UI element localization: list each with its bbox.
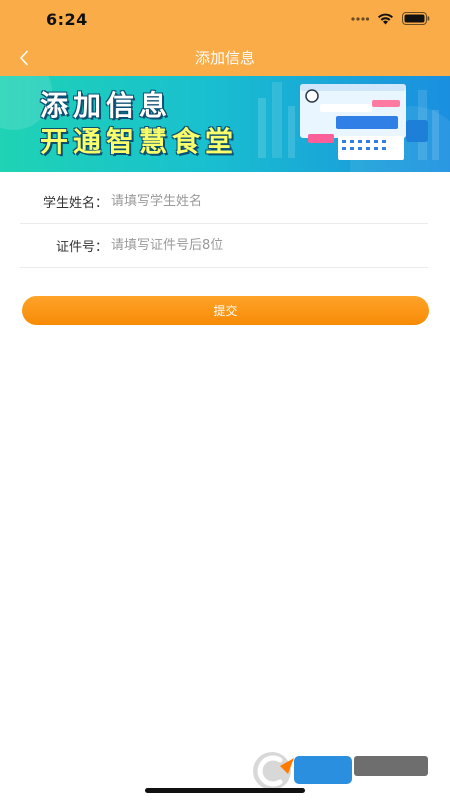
banner-headline: 添加信息 开通智慧食堂 <box>40 88 238 160</box>
battery-icon <box>402 12 430 25</box>
student-form: 学生姓名： 证件号： <box>20 180 428 268</box>
student-name-row: 学生姓名： <box>20 180 428 224</box>
app-header: 6:24 添加信息 <box>0 0 450 76</box>
banner-line-2: 开通智慧食堂 <box>40 125 239 158</box>
wifi-icon <box>378 13 393 24</box>
status-icons <box>351 12 430 25</box>
status-bar: 6:24 <box>0 0 450 40</box>
id-number-input[interactable] <box>111 238 428 253</box>
signal-icon <box>351 16 369 21</box>
banner-line-1: 添加信息 <box>40 89 173 122</box>
student-name-label: 学生姓名： <box>42 196 108 211</box>
id-number-label: 证件号： <box>55 240 108 255</box>
student-name-input[interactable] <box>111 194 428 209</box>
id-number-row: 证件号： <box>20 224 428 268</box>
page-title: 添加信息 <box>194 49 255 67</box>
status-time: 6:24 <box>46 10 88 29</box>
home-indicator <box>145 788 305 793</box>
promo-banner: 添加信息 开通智慧食堂 <box>0 76 450 172</box>
submit-button[interactable]: 提交 <box>22 296 429 325</box>
nav-bar: 添加信息 <box>0 40 450 76</box>
